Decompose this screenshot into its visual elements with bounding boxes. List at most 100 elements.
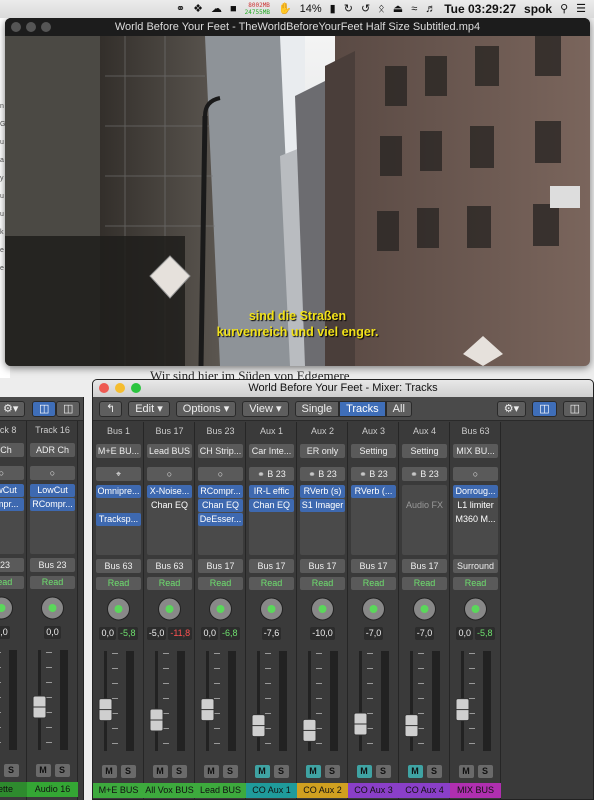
back-arrow-icon[interactable]: ↰ xyxy=(99,400,123,417)
mute-button[interactable]: M xyxy=(356,765,372,778)
zoom-button[interactable] xyxy=(41,22,51,32)
send-slot[interactable]: ⚭ B 23 xyxy=(300,467,345,481)
fader[interactable] xyxy=(96,647,141,755)
creative-cloud-icon[interactable]: ⚭ xyxy=(176,0,185,18)
fader[interactable] xyxy=(453,647,498,755)
pan-knob[interactable] xyxy=(147,594,192,622)
mixer-titlebar[interactable]: World Before Your Feet - Mixer: Tracks xyxy=(93,380,593,397)
automation-mode[interactable]: Read xyxy=(402,577,447,590)
volume-icon[interactable]: ♬ xyxy=(425,0,436,18)
plugin-slot[interactable]: Tracksp... xyxy=(96,513,141,526)
hand-icon[interactable]: ✋ xyxy=(278,0,292,18)
tab-single[interactable]: Single xyxy=(294,400,340,417)
mute-button[interactable]: M xyxy=(152,765,168,778)
plugin-slot[interactable]: L1 limiter xyxy=(453,499,498,512)
setting-slot[interactable]: Setting xyxy=(402,444,447,458)
track-name[interactable]: rnette xyxy=(0,782,27,797)
automation-mode[interactable]: Read xyxy=(300,577,345,590)
automation-mode[interactable]: Read xyxy=(30,576,75,589)
plugin-slot[interactable]: RCompr... xyxy=(198,485,243,498)
solo-button[interactable]: S xyxy=(120,765,136,778)
pan-knob[interactable] xyxy=(300,594,345,622)
strip-view-icon[interactable]: ◫ xyxy=(32,401,57,417)
mute-button[interactable]: M xyxy=(101,765,117,778)
plugin-slot[interactable]: DeEsser... xyxy=(198,513,243,526)
bluetooth-icon[interactable]: ᛟ xyxy=(378,0,385,18)
solo-button[interactable]: S xyxy=(54,764,70,777)
plugin-slot[interactable]: Chan EQ xyxy=(198,499,243,512)
track-name[interactable]: MIX BUS xyxy=(450,783,501,798)
setting-slot[interactable]: MIX BU... xyxy=(453,444,498,458)
fader[interactable] xyxy=(351,647,396,755)
app-d-icon[interactable]: ■ xyxy=(230,0,237,18)
setting-slot[interactable]: Car Inte... xyxy=(249,444,294,458)
minimize-button[interactable] xyxy=(26,22,36,32)
send-slot[interactable]: ○ xyxy=(147,467,192,481)
solo-button[interactable]: S xyxy=(222,765,238,778)
setting-slot[interactable]: Setting xyxy=(351,444,396,458)
output-slot[interactable]: s 23 xyxy=(0,558,24,572)
setting-slot[interactable]: R Ch xyxy=(0,443,24,457)
setting-slot[interactable]: M+E BU... xyxy=(96,444,141,458)
plugin-slot[interactable] xyxy=(96,499,141,512)
mixer-minimize-button[interactable] xyxy=(115,383,125,393)
plugin-slot[interactable]: LowCut xyxy=(0,484,24,497)
plugin-slot[interactable]: RVerb (... xyxy=(351,485,396,498)
fader[interactable] xyxy=(402,647,447,755)
pan-knob[interactable] xyxy=(249,594,294,622)
fader[interactable] xyxy=(300,647,345,755)
plugin-slot[interactable]: RCompr... xyxy=(30,498,75,511)
automation-mode[interactable]: Read xyxy=(453,577,498,590)
mixer-window[interactable]: World Before Your Feet - Mixer: Tracks ↰… xyxy=(92,379,594,800)
output-slot[interactable]: Bus 23 xyxy=(30,558,75,572)
pan-knob[interactable] xyxy=(351,594,396,622)
solo-button[interactable]: S xyxy=(375,765,391,778)
automation-mode[interactable]: Read xyxy=(249,577,294,590)
send-slot[interactable]: ○ xyxy=(30,466,75,480)
output-slot[interactable]: Bus 63 xyxy=(96,559,141,573)
search-icon[interactable]: ⚲ xyxy=(560,0,568,18)
automation-mode[interactable]: Read xyxy=(147,577,192,590)
mixer-zoom-button[interactable] xyxy=(131,383,141,393)
track-name[interactable]: CO Aux 1 xyxy=(246,783,297,798)
setting-slot[interactable]: CH Strip... xyxy=(198,444,243,458)
plugin-slot[interactable]: M360 M... xyxy=(453,513,498,526)
pan-knob[interactable] xyxy=(30,593,75,621)
setting-slot[interactable]: ER only xyxy=(300,444,345,458)
plugin-slot[interactable]: S1 Imager xyxy=(300,499,345,512)
tab-all[interactable]: All xyxy=(385,400,412,417)
send-slot[interactable]: ○ xyxy=(0,466,24,480)
track-name[interactable]: Lead BUS xyxy=(195,783,246,798)
track-name[interactable]: CO Aux 3 xyxy=(348,783,399,798)
send-slot[interactable]: ⚭ B 23 xyxy=(249,467,294,481)
output-slot[interactable]: Bus 63 xyxy=(147,559,192,573)
mute-button[interactable]: M xyxy=(35,764,51,777)
output-slot[interactable]: Bus 17 xyxy=(402,559,447,573)
output-slot[interactable]: Bus 17 xyxy=(351,559,396,573)
user-name[interactable]: spok xyxy=(524,2,552,16)
fader[interactable] xyxy=(198,647,243,755)
battery-icon[interactable]: ▮ xyxy=(330,0,336,18)
automation-mode[interactable]: Read xyxy=(351,577,396,590)
eject-icon[interactable]: ⏏ xyxy=(393,0,403,18)
automation-mode[interactable]: Read xyxy=(96,577,141,590)
automation-mode[interactable]: Read xyxy=(198,577,243,590)
settings-gear-icon[interactable]: ⚙▾ xyxy=(0,401,26,417)
mute-button[interactable]: M xyxy=(254,765,270,778)
split-view-icon[interactable]: ◫ xyxy=(562,400,587,417)
menu-view[interactable]: View ▾ xyxy=(242,400,289,417)
track-name[interactable]: CO Aux 2 xyxy=(297,783,348,798)
output-slot[interactable]: Surround xyxy=(453,559,498,573)
wifi-icon[interactable]: ≈ xyxy=(411,0,417,18)
fader[interactable] xyxy=(30,646,75,754)
plugin-slot[interactable]: Dorroug... xyxy=(453,485,498,498)
solo-button[interactable]: S xyxy=(477,765,493,778)
video-titlebar[interactable]: World Before Your Feet - TheWorldBeforeY… xyxy=(5,18,590,36)
menu-edit[interactable]: Edit ▾ xyxy=(128,400,170,417)
sync-icon[interactable]: ↻ xyxy=(344,0,353,18)
pan-knob[interactable] xyxy=(453,594,498,622)
plugin-slot[interactable]: Chan EQ xyxy=(147,499,192,512)
plugin-slot[interactable]: Omnipre... xyxy=(96,485,141,498)
settings-gear-icon[interactable]: ⚙▾ xyxy=(496,400,527,417)
send-slot[interactable]: ⚭ B 23 xyxy=(402,467,447,481)
